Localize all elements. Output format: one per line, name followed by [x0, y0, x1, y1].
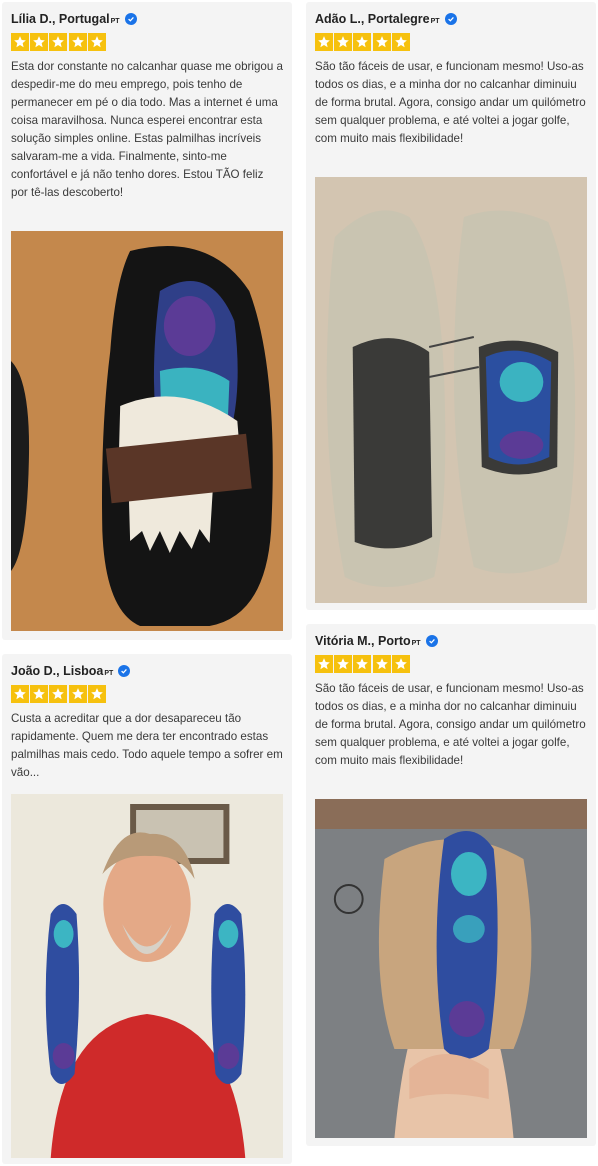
country-code: PT — [411, 639, 421, 647]
star-icon — [372, 33, 391, 51]
star-icon — [30, 685, 49, 703]
verified-check-icon — [425, 635, 438, 647]
star-icon — [11, 685, 29, 703]
star-icon — [49, 685, 68, 703]
star-rating — [11, 685, 283, 703]
star-rating — [315, 655, 587, 673]
verified-check-icon — [124, 13, 137, 25]
review-photo[interactable] — [315, 799, 587, 1138]
review-text: São tão fáceis de usar, e funcionam mesm… — [315, 682, 586, 767]
star-icon — [334, 655, 353, 673]
star-icon — [11, 33, 29, 51]
reviewer-header: João D., Lisboa PT — [11, 662, 283, 680]
reviewer-name: Lília D., Portugal — [11, 12, 110, 26]
star-icon — [30, 33, 49, 51]
review-photo[interactable] — [11, 231, 283, 631]
review-card: João D., Lisboa PT Custa a acreditar que… — [2, 654, 292, 1164]
reviewer-header: Vitória M., Porto PT — [315, 632, 587, 650]
star-icon — [87, 685, 106, 703]
review-photo[interactable] — [11, 794, 283, 1158]
star-icon — [353, 655, 372, 673]
review-card: Adão L., Portalegre PT São tão fáceis de… — [306, 2, 596, 610]
country-code: PT — [110, 17, 120, 25]
star-rating — [315, 33, 587, 51]
reviewer-header: Adão L., Portalegre PT — [315, 10, 587, 28]
star-icon — [68, 33, 87, 51]
review-text: Esta dor constante no calcanhar quase me… — [11, 60, 283, 199]
reviewer-name: Vitória M., Porto — [315, 634, 411, 648]
star-icon — [353, 33, 372, 51]
star-icon — [87, 33, 106, 51]
star-icon — [68, 685, 87, 703]
country-code: PT — [430, 17, 440, 25]
star-icon — [49, 33, 68, 51]
star-icon — [391, 655, 410, 673]
reviewer-header: Lília D., Portugal PT — [11, 10, 283, 28]
star-icon — [315, 655, 333, 673]
reviewer-name: Adão L., Portalegre — [315, 12, 430, 26]
review-text: São tão fáceis de usar, e funcionam mesm… — [315, 60, 586, 145]
review-card: Lília D., Portugal PT Esta dor constante… — [2, 2, 292, 640]
star-rating — [11, 33, 283, 51]
star-icon — [372, 655, 391, 673]
verified-check-icon — [118, 665, 131, 677]
reviewer-name: João D., Lisboa — [11, 664, 104, 678]
verified-check-icon — [444, 13, 457, 25]
star-icon — [334, 33, 353, 51]
review-photo[interactable] — [315, 177, 587, 603]
review-text: Custa a acreditar que a dor desapareceu … — [11, 712, 283, 779]
star-icon — [391, 33, 410, 51]
star-icon — [315, 33, 333, 51]
country-code: PT — [104, 669, 114, 677]
review-card: Vitória M., Porto PT São tão fáceis de u… — [306, 624, 596, 1146]
